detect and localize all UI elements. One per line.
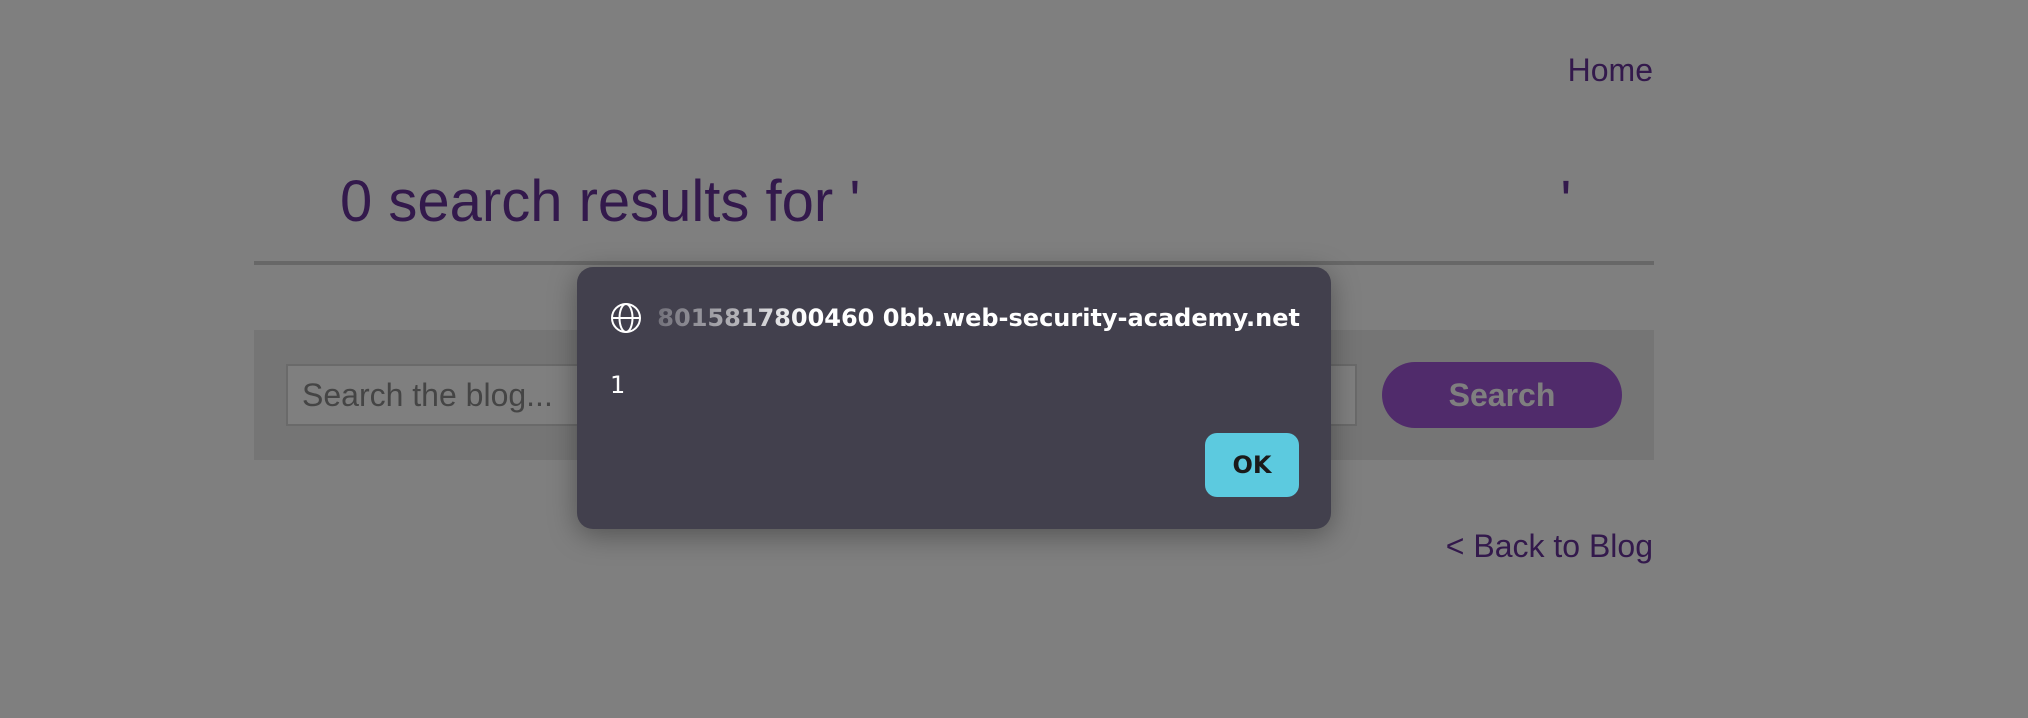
- alert-dialog: 698015817800460 0bb.web-security-academy…: [577, 267, 1331, 529]
- dialog-header: 698015817800460 0bb.web-security-academy…: [610, 301, 1300, 335]
- ok-button[interactable]: OK: [1205, 433, 1299, 497]
- dialog-message: 1: [610, 371, 626, 399]
- globe-icon: [611, 303, 641, 333]
- dialog-origin-text: 698015817800460 0bb.web-security-academy…: [656, 304, 1300, 332]
- dialog-origin-host: 698015817800460 0bb.web-security-academy…: [656, 304, 1300, 332]
